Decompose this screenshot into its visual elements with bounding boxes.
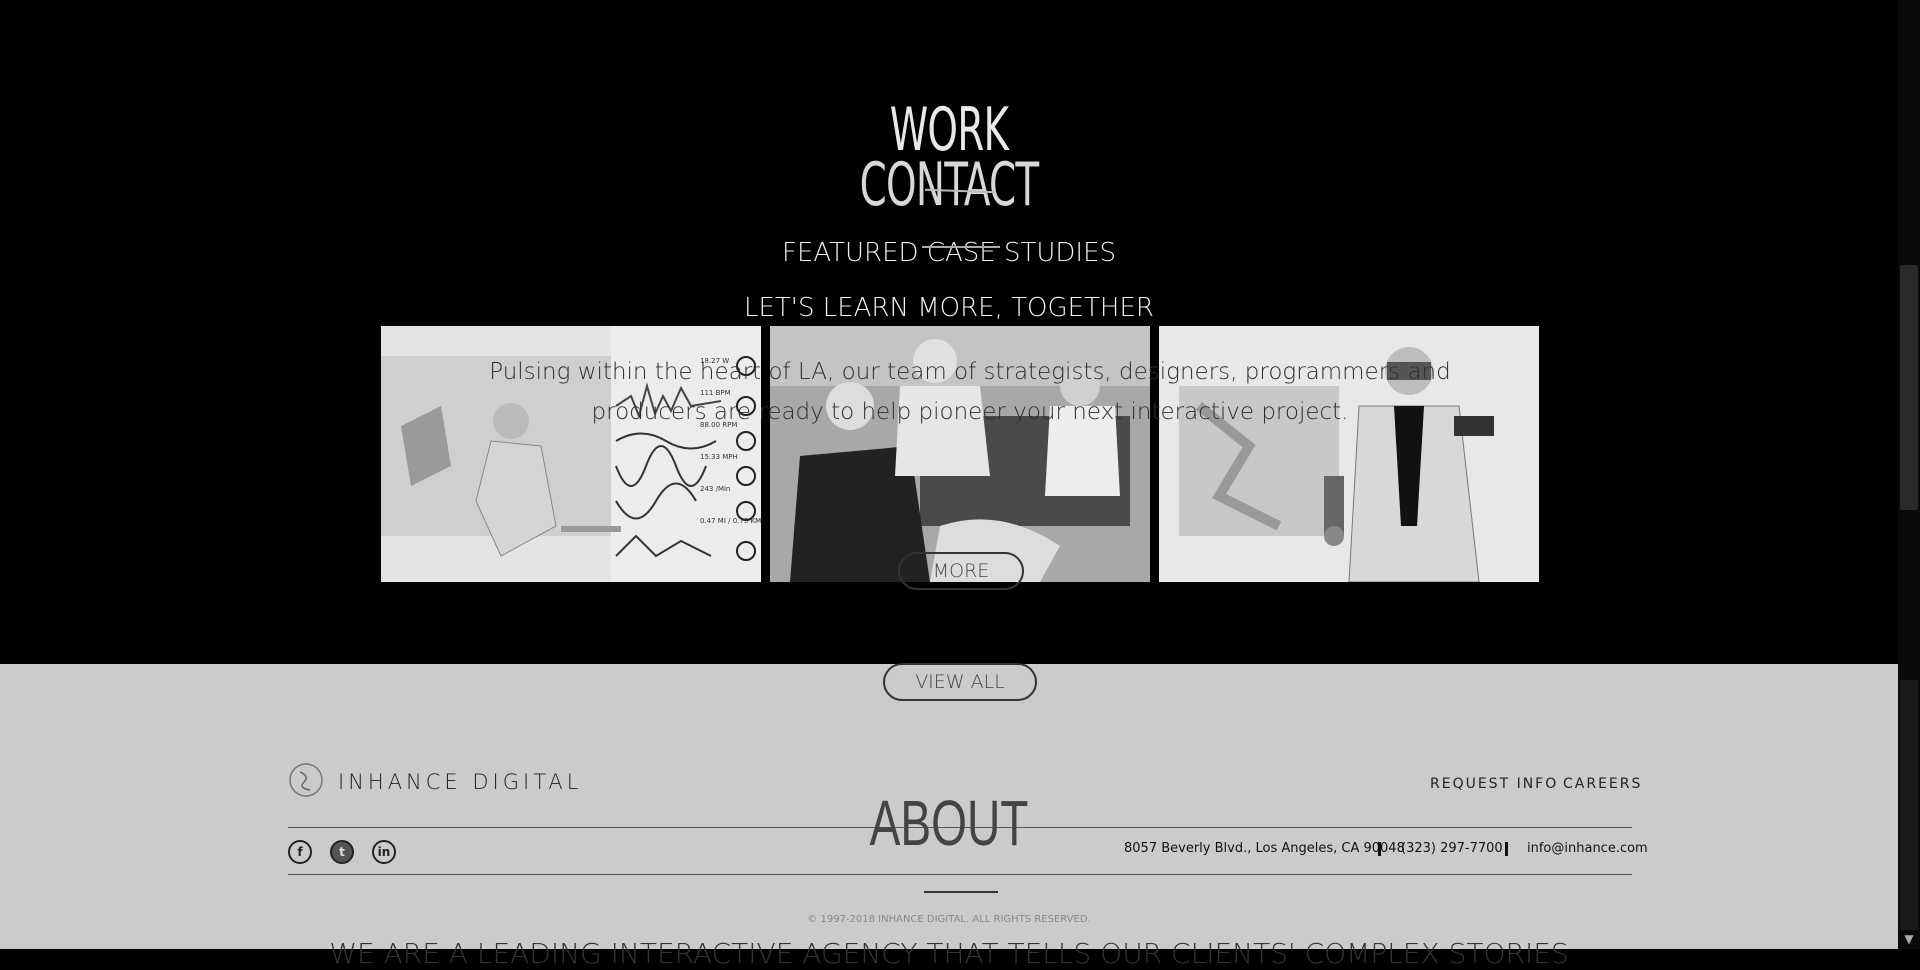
pulse-description: Pulsing within the heart of LA, our team… — [489, 359, 1451, 425]
address-text: 8057 Beverly Blvd., Los Angeles, CA 9004… — [1124, 841, 1405, 856]
twitter-icon[interactable]: t — [330, 840, 354, 864]
metric-distance: 0.47 MI / 0.75 KM — [700, 517, 762, 525]
metric-per-min: 243 /Min — [700, 485, 731, 493]
facebook-icon[interactable]: f — [288, 840, 312, 864]
footer-divider-bottom — [288, 874, 1632, 875]
about-underline — [924, 891, 998, 893]
separator — [1378, 842, 1381, 856]
email-link[interactable]: info@inhance.com — [1527, 841, 1648, 856]
learn-more-heading: LET'S LEARN MORE, TOGETHER — [744, 293, 1154, 323]
separator — [1505, 842, 1508, 856]
featured-strike-line — [922, 246, 1000, 248]
view-all-button[interactable]: VIEW ALL — [883, 663, 1037, 701]
agency-tagline: WE ARE A LEADING INTERACTIVE AGENCY THAT… — [329, 937, 1569, 970]
phone-link[interactable]: (323) 297-7700 — [1401, 841, 1503, 856]
more-button[interactable]: MORE — [898, 552, 1024, 590]
metric-mph: 15.33 MPH — [700, 453, 738, 461]
scrollbar-thumb[interactable] — [1900, 265, 1918, 510]
nav-contact-link[interactable]: CONTACT — [266, 150, 1633, 220]
featured-case-studies-heading: FEATURED CASE STUDIES — [781, 238, 1116, 268]
copyright-text: © 1997-2018 INHANCE DIGITAL. ALL RIGHTS … — [807, 914, 1091, 925]
linkedin-icon[interactable]: in — [372, 840, 396, 864]
scrollbar-thumb-lower — [1900, 680, 1918, 930]
scroll-down-arrow-icon[interactable]: ▼ — [1900, 930, 1918, 948]
